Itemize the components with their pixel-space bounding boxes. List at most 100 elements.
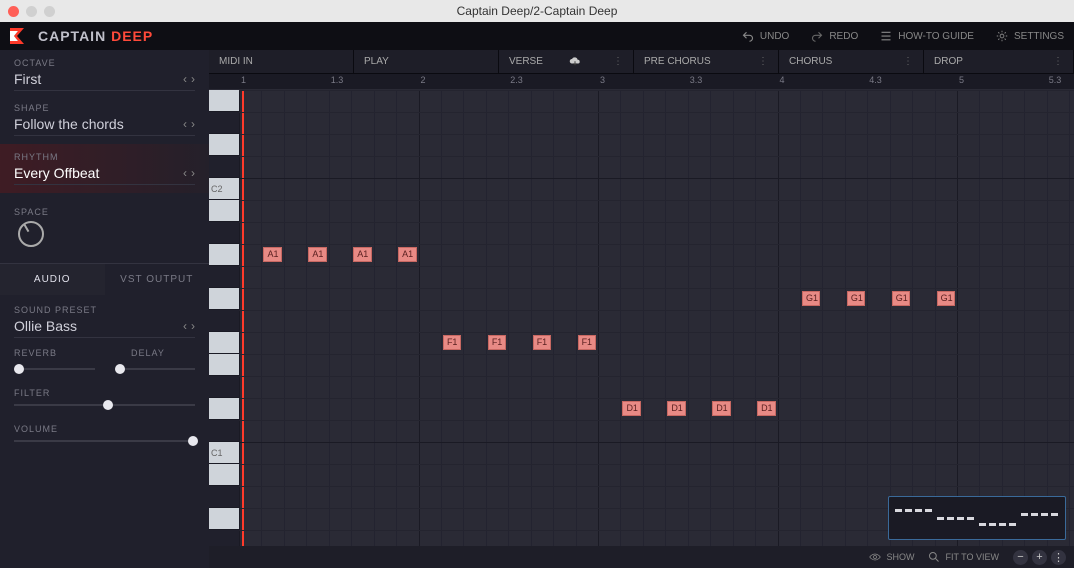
piano-key[interactable]: C1 [209,442,239,464]
rhythm-param: RHYTHM Every Offbeat ‹ › [0,144,209,193]
filter-slider[interactable] [14,404,195,406]
playhead[interactable] [242,90,244,546]
brand-name: CAPTAIN DEEP [38,28,153,44]
midi-note[interactable]: D1 [667,401,685,416]
midi-note[interactable]: G1 [892,291,910,306]
section-play[interactable]: PLAY [354,50,499,73]
chorus-menu-button[interactable]: ⋮ [903,56,913,67]
piano-key[interactable] [209,332,239,354]
verse-menu-button[interactable]: ⋮ [613,56,623,67]
midi-note[interactable]: D1 [757,401,775,416]
ruler-tick: 2.3 [510,75,523,85]
space-label: SPACE [14,207,195,217]
minimize-window-button[interactable] [26,6,37,17]
cloud-download-icon[interactable] [569,56,581,68]
midi-note[interactable]: D1 [712,401,730,416]
settings-button[interactable]: SETTINGS [996,30,1064,42]
piano-keys: C2 C1 [209,90,239,546]
section-drop[interactable]: DROP⋮ [924,50,1074,73]
piano-key[interactable] [209,420,239,442]
topbar: CAPTAIN DEEP UNDO REDO HOW-TO GUIDE SETT… [0,22,1074,50]
reverb-slider[interactable] [14,368,95,370]
piano-key[interactable] [209,134,239,156]
redo-button[interactable]: REDO [811,30,858,42]
piano-key[interactable] [209,354,239,376]
midi-note[interactable]: G1 [847,291,865,306]
section-verse[interactable]: VERSE ⋮ [499,50,634,73]
piano-key[interactable] [209,486,239,508]
piano-key[interactable] [209,376,239,398]
piano-key[interactable] [209,530,239,546]
midi-note[interactable]: G1 [937,291,955,306]
zoom-in-button[interactable]: + [1032,550,1047,565]
octave-label: OCTAVE [14,58,195,68]
piano-key[interactable] [209,310,239,332]
rhythm-value[interactable]: Every Offbeat [14,165,99,181]
midi-note[interactable]: A1 [398,247,416,262]
close-window-button[interactable] [8,6,19,17]
volume-slider[interactable] [14,440,195,442]
piano-key[interactable] [209,200,239,222]
piano-key[interactable] [209,90,239,112]
tab-vst-output[interactable]: VST OUTPUT [105,264,210,295]
midi-note[interactable]: F1 [578,335,596,350]
ruler-tick: 4 [780,75,785,85]
rhythm-next-button[interactable]: › [191,166,195,180]
piano-key[interactable] [209,112,239,134]
zoom-out-button[interactable]: − [1013,550,1028,565]
rhythm-label: RHYTHM [14,152,195,162]
fit-to-view-button[interactable]: FIT TO VIEW [928,551,999,563]
piano-key[interactable]: C2 [209,178,239,200]
piano-key[interactable] [209,508,239,530]
midi-note[interactable]: A1 [308,247,326,262]
tab-audio[interactable]: AUDIO [0,264,105,295]
piano-key[interactable] [209,464,239,486]
window-title: Captain Deep/2-Captain Deep [457,4,618,18]
preset-prev-button[interactable]: ‹ [183,319,187,333]
midi-note[interactable]: F1 [443,335,461,350]
midi-note[interactable]: F1 [488,335,506,350]
piano-key[interactable] [209,222,239,244]
octave-value[interactable]: First [14,71,41,87]
zoom-menu-button[interactable]: ⋮ [1051,550,1066,565]
ruler-tick: 3.3 [690,75,703,85]
ruler[interactable]: 11.322.333.344.355.3 [209,74,1074,90]
piano-key[interactable] [209,156,239,178]
note-grid[interactable]: A1 A1 A1 A1 F1 F1 F1 F1 D1 D1 D1 D1 G1 G1 G1 G1 [239,90,1074,546]
undo-button[interactable]: UNDO [742,30,789,42]
traffic-lights [8,6,55,17]
midi-note[interactable]: D1 [622,401,640,416]
preset-next-button[interactable]: › [191,319,195,333]
space-knob[interactable] [18,221,44,247]
minimap[interactable] [888,496,1066,540]
sound-preset-value[interactable]: Ollie Bass [14,318,77,334]
sidebar: OCTAVE First ‹› SHAPE Follow the chords … [0,50,209,568]
octave-next-button[interactable]: › [191,72,195,86]
midi-note[interactable]: A1 [353,247,371,262]
howto-guide-button[interactable]: HOW-TO GUIDE [880,30,974,42]
show-button[interactable]: SHOW [869,551,914,563]
ruler-tick: 4.3 [869,75,882,85]
piano-key[interactable] [209,288,239,310]
section-pre-chorus[interactable]: PRE CHORUS⋮ [634,50,779,73]
piano-key[interactable] [209,266,239,288]
reverb-label: REVERB [14,348,57,358]
section-midi-in[interactable]: MIDI IN [209,50,354,73]
midi-note[interactable]: G1 [802,291,820,306]
octave-prev-button[interactable]: ‹ [183,72,187,86]
section-chorus[interactable]: CHORUS⋮ [779,50,924,73]
list-icon [880,30,892,42]
prechorus-menu-button[interactable]: ⋮ [758,56,768,67]
piano-key[interactable] [209,244,239,266]
shape-next-button[interactable]: › [191,117,195,131]
ruler-tick: 2 [421,75,426,85]
drop-menu-button[interactable]: ⋮ [1053,56,1063,67]
shape-value[interactable]: Follow the chords [14,116,124,132]
delay-slider[interactable] [115,368,196,370]
midi-note[interactable]: F1 [533,335,551,350]
maximize-window-button[interactable] [44,6,55,17]
midi-note[interactable]: A1 [263,247,281,262]
piano-key[interactable] [209,398,239,420]
shape-prev-button[interactable]: ‹ [183,117,187,131]
rhythm-prev-button[interactable]: ‹ [183,166,187,180]
